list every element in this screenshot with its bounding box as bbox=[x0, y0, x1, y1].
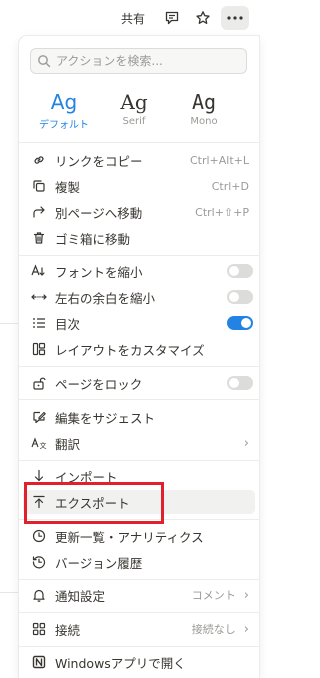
table-of-contents-toggle[interactable] bbox=[227, 316, 253, 330]
item-label: 翻訳 bbox=[55, 436, 81, 452]
shortcut-hint: Ctrl+D bbox=[211, 179, 249, 193]
history-icon bbox=[29, 552, 49, 572]
item-label: ページをロック bbox=[55, 376, 143, 392]
translate-icon: 文 bbox=[29, 433, 49, 453]
font-option-serif[interactable]: Ag Serif bbox=[99, 90, 169, 127]
comment-icon[interactable] bbox=[162, 8, 182, 28]
setting-value: コメント › bbox=[192, 583, 249, 607]
small-text-toggle[interactable] bbox=[227, 264, 253, 278]
search-icon bbox=[38, 55, 51, 68]
chevron-right-icon: › bbox=[243, 587, 249, 603]
divider bbox=[19, 612, 259, 613]
table-of-contents-item[interactable]: 目次 bbox=[23, 311, 255, 335]
link-icon bbox=[29, 150, 49, 170]
divider bbox=[19, 646, 259, 647]
item-label: リンクをコピー bbox=[55, 153, 143, 169]
page-options-menu: Ag デフォルト Ag Serif Ag Mono リンクをコピー Ctrl+A… bbox=[19, 36, 259, 678]
chevron-right-icon: › bbox=[243, 435, 249, 451]
connections-item[interactable]: 接続 接続なし › bbox=[23, 617, 255, 641]
updates-analytics-item[interactable]: 更新一覧・アナリティクス bbox=[23, 524, 255, 548]
trash-icon bbox=[29, 228, 49, 248]
unlock-icon bbox=[29, 373, 49, 393]
grid-icon bbox=[29, 619, 49, 639]
more-options-button[interactable] bbox=[221, 6, 249, 30]
item-label: 複製 bbox=[55, 179, 81, 195]
duplicate-item[interactable]: 複製 Ctrl+D bbox=[23, 174, 255, 198]
customize-layout-item[interactable]: レイアウトをカスタマイズ bbox=[23, 337, 255, 361]
divider bbox=[19, 366, 259, 367]
layout-icon bbox=[29, 339, 49, 359]
top-bar: 共有 bbox=[0, 0, 259, 36]
divider bbox=[19, 399, 259, 400]
font-option-mono[interactable]: Ag Mono bbox=[169, 90, 239, 127]
duplicate-icon bbox=[29, 176, 49, 196]
item-label: 別ページへ移動 bbox=[55, 205, 143, 221]
font-sample: Ag bbox=[50, 90, 78, 114]
shortcut-hint: Ctrl+Alt+L bbox=[189, 153, 249, 167]
ellipsis-icon bbox=[227, 16, 243, 20]
lock-page-item[interactable]: ページをロック bbox=[23, 371, 255, 395]
font-name: Mono bbox=[190, 116, 218, 127]
search-input[interactable] bbox=[56, 54, 226, 68]
action-search[interactable] bbox=[30, 48, 247, 74]
divider bbox=[19, 142, 259, 143]
divider bbox=[19, 255, 259, 256]
page-divider bbox=[0, 323, 18, 324]
item-label: ゴミ箱に移動 bbox=[55, 231, 131, 247]
suggest-edits-item[interactable]: 編集をサジェスト bbox=[23, 405, 255, 429]
translate-item[interactable]: 文 翻訳 › bbox=[23, 431, 255, 455]
divider bbox=[19, 460, 259, 461]
version-history-item[interactable]: バージョン履歴 bbox=[23, 550, 255, 574]
font-sample: Ag bbox=[120, 90, 148, 114]
item-label: 通知設定 bbox=[55, 588, 106, 604]
current-value: コメント bbox=[191, 589, 236, 602]
item-label: 更新一覧・アナリティクス bbox=[55, 529, 204, 545]
full-width-toggle[interactable] bbox=[227, 290, 253, 304]
small-text-item[interactable]: フォントを縮小 bbox=[23, 259, 255, 283]
clock-icon bbox=[29, 526, 49, 546]
share-button[interactable]: 共有 bbox=[121, 10, 145, 27]
star-icon[interactable] bbox=[193, 8, 213, 28]
item-label: Windowsアプリで開く bbox=[55, 655, 186, 671]
move-arrow-icon bbox=[29, 202, 49, 222]
bell-icon bbox=[29, 585, 49, 605]
open-in-app-item[interactable]: Windowsアプリで開く bbox=[23, 650, 255, 674]
divider bbox=[19, 579, 259, 580]
move-to-item[interactable]: 別ページへ移動 Ctrl+⇧+P bbox=[23, 200, 255, 224]
item-label: 接続 bbox=[55, 622, 81, 638]
item-label: 左右の余白を縮小 bbox=[55, 290, 156, 306]
list-icon bbox=[29, 313, 49, 333]
setting-value: 接続なし › bbox=[192, 617, 249, 641]
move-to-trash-item[interactable]: ゴミ箱に移動 bbox=[23, 226, 255, 250]
page-divider bbox=[0, 592, 18, 593]
suggest-edit-icon bbox=[29, 407, 49, 427]
item-label: バージョン履歴 bbox=[55, 555, 143, 571]
width-arrows-icon bbox=[29, 287, 49, 307]
item-label: レイアウトをカスタマイズ bbox=[55, 342, 205, 358]
full-width-item[interactable]: 左右の余白を縮小 bbox=[23, 285, 255, 309]
font-option-default[interactable]: Ag デフォルト bbox=[29, 90, 99, 131]
font-name: Serif bbox=[122, 116, 146, 127]
item-label: 目次 bbox=[55, 316, 81, 332]
svg-text:文: 文 bbox=[40, 441, 47, 450]
chevron-right-icon: › bbox=[243, 621, 249, 637]
submenu-indicator: › bbox=[236, 431, 249, 455]
shortcut-hint: Ctrl+⇧+P bbox=[195, 205, 249, 219]
copy-link-item[interactable]: リンクをコピー Ctrl+Alt+L bbox=[23, 148, 255, 172]
font-size-icon bbox=[29, 261, 49, 281]
current-value: 接続なし bbox=[191, 623, 236, 636]
lock-page-toggle[interactable] bbox=[227, 376, 253, 390]
item-label: 編集をサジェスト bbox=[55, 410, 156, 426]
font-name: デフォルト bbox=[39, 120, 89, 131]
highlight-box bbox=[24, 482, 164, 524]
notification-settings-item[interactable]: 通知設定 コメント › bbox=[23, 583, 255, 607]
font-style-selector: Ag デフォルト Ag Serif Ag Mono bbox=[19, 90, 259, 138]
notion-logo-icon bbox=[29, 652, 49, 672]
item-label: フォントを縮小 bbox=[55, 264, 143, 280]
font-sample: Ag bbox=[191, 90, 217, 114]
